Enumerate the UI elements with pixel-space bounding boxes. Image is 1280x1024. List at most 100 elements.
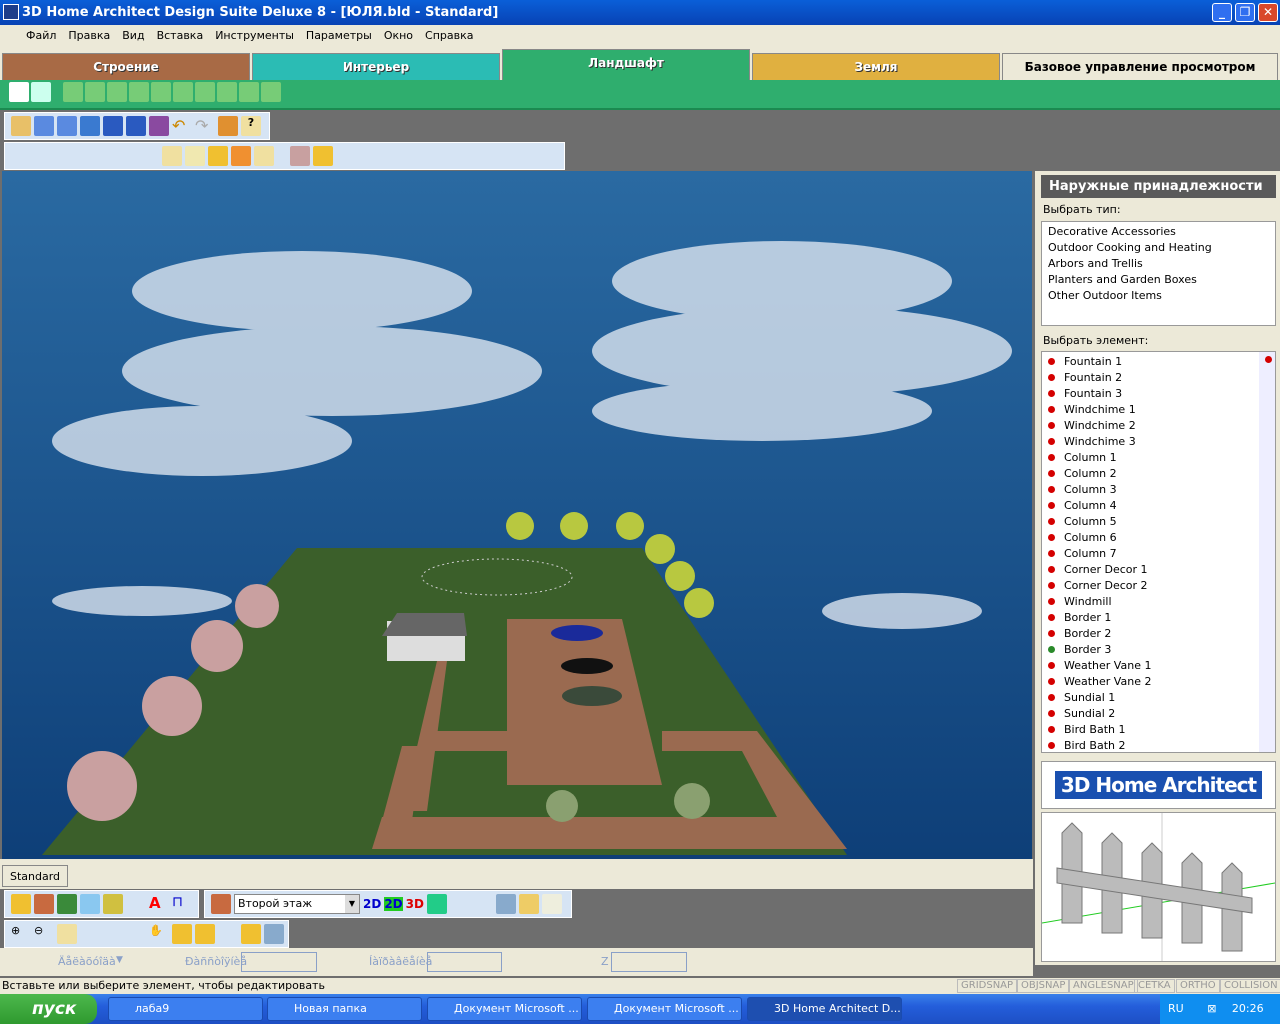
open-icon[interactable]: [34, 116, 54, 136]
building-icon[interactable]: [290, 146, 310, 166]
direction-input[interactable]: [427, 952, 502, 972]
taskbar-item[interactable]: лаба9: [108, 997, 263, 1021]
element-item[interactable]: Windmill: [1042, 594, 1275, 610]
lamp-icon[interactable]: [195, 82, 215, 102]
move-icon[interactable]: [241, 924, 261, 944]
camera-snap-icon[interactable]: [264, 924, 284, 944]
taskbar-item[interactable]: Документ Microsoft ...: [587, 997, 742, 1021]
plant-icon[interactable]: [63, 82, 83, 102]
elevation-icon[interactable]: [126, 894, 146, 914]
element-item[interactable]: Border 1: [1042, 610, 1275, 626]
cube-color-icon[interactable]: [208, 146, 228, 166]
node-icon[interactable]: [372, 146, 392, 166]
floor-select[interactable]: Второй этаж ▼: [234, 894, 360, 914]
type-item[interactable]: Other Outdoor Items: [1042, 288, 1275, 304]
dimension-icon[interactable]: [103, 146, 123, 166]
element-item[interactable]: Corner Decor 1: [1042, 562, 1275, 578]
element-item[interactable]: Column 7: [1042, 546, 1275, 562]
fill-window-icon[interactable]: [57, 924, 77, 944]
menu-file[interactable]: Файл: [26, 29, 56, 42]
type-item[interactable]: Decorative Accessories: [1042, 224, 1275, 240]
element-item[interactable]: Border 3: [1042, 642, 1275, 658]
render-icon[interactable]: [426, 894, 447, 914]
maximize-button[interactable]: ❐: [1235, 3, 1255, 22]
print-icon[interactable]: [218, 116, 238, 136]
tab-land[interactable]: Земля: [752, 53, 1000, 80]
cube-wire-icon[interactable]: [162, 146, 182, 166]
menu-view[interactable]: Вид: [122, 29, 144, 42]
lock-icon[interactable]: [510, 146, 530, 166]
eye-icon[interactable]: [473, 894, 493, 914]
language-indicator[interactable]: RU: [1168, 1002, 1184, 1015]
element-item[interactable]: Bird Bath 2: [1042, 738, 1275, 754]
zoom-detail-icon[interactable]: [126, 924, 146, 944]
3d-button[interactable]: 3D: [406, 897, 424, 911]
node4-icon[interactable]: [441, 146, 461, 166]
taskbar-item[interactable]: Документ Microsoft ...: [427, 997, 582, 1021]
route-icon[interactable]: [349, 146, 369, 166]
network-icon[interactable]: ⊠: [1207, 1002, 1216, 1015]
element-item[interactable]: Border 2: [1042, 626, 1275, 642]
cetka-toggle[interactable]: CETKA: [1134, 979, 1175, 993]
zoom-in-icon[interactable]: ⊕: [11, 924, 31, 944]
orbit-icon[interactable]: [195, 924, 215, 944]
element-item[interactable]: Fountain 2: [1042, 370, 1275, 386]
terrain-view-icon[interactable]: [57, 894, 77, 914]
minimize-button[interactable]: _: [1212, 3, 1232, 22]
menu-help[interactable]: Справка: [425, 29, 473, 42]
search-node-icon[interactable]: [487, 146, 507, 166]
grill-icon[interactable]: [239, 82, 259, 102]
taskbar-item-active[interactable]: 3D Home Architect D...: [747, 997, 902, 1021]
house-icon[interactable]: [34, 894, 54, 914]
type-item[interactable]: Planters and Garden Boxes: [1042, 272, 1275, 288]
element-item[interactable]: Fountain 1: [1042, 354, 1275, 370]
tab-building[interactable]: Строение: [2, 53, 250, 80]
floor-icon[interactable]: [211, 894, 231, 914]
objsnap-toggle[interactable]: OBJSNAP: [1017, 979, 1070, 993]
node2-icon[interactable]: [395, 146, 415, 166]
help-icon[interactable]: ?: [241, 116, 261, 136]
break-icon[interactable]: [80, 146, 100, 166]
landscape-view-icon[interactable]: [80, 894, 100, 914]
new-icon[interactable]: [11, 116, 31, 136]
close-button[interactable]: ✕: [1258, 3, 1278, 22]
collision-toggle[interactable]: COLLISION: [1220, 979, 1280, 993]
menu-tools[interactable]: Инструменты: [215, 29, 294, 42]
element-item[interactable]: Column 6: [1042, 530, 1275, 546]
cube-solid-icon[interactable]: [231, 146, 251, 166]
element-item[interactable]: Sundial 2: [1042, 706, 1275, 722]
materials-list-icon[interactable]: [313, 146, 333, 166]
pond-icon[interactable]: [85, 82, 105, 102]
camera-icon[interactable]: [495, 894, 516, 914]
type-item[interactable]: Outdoor Cooking and Heating: [1042, 240, 1275, 256]
element-item[interactable]: Fountain 3: [1042, 386, 1275, 402]
element-item[interactable]: Sundial 1: [1042, 690, 1275, 706]
paint-icon[interactable]: [31, 82, 51, 102]
element-item[interactable]: Corner Decor 2: [1042, 578, 1275, 594]
z-input[interactable]: [611, 952, 687, 972]
redo-icon[interactable]: ↷: [195, 116, 215, 136]
tab-view-control[interactable]: Базовое управление просмотром: [1002, 53, 1278, 80]
distance-input[interactable]: [241, 952, 317, 972]
walk-icon[interactable]: [172, 924, 192, 944]
2d-button[interactable]: 2D: [363, 897, 381, 911]
chevron-down-icon[interactable]: ▼: [116, 955, 123, 965]
gridsnap-toggle[interactable]: GRIDSNAP: [957, 979, 1018, 993]
rotate-icon[interactable]: [218, 924, 238, 944]
menu-insert[interactable]: Вставка: [157, 29, 204, 42]
anglesnap-toggle[interactable]: ANGLESNAP: [1069, 979, 1138, 993]
text-style-icon[interactable]: A: [149, 894, 169, 914]
element-item[interactable]: Weather Vane 1: [1042, 658, 1275, 674]
umbrella-icon[interactable]: [217, 82, 237, 102]
save-as-icon[interactable]: [126, 116, 146, 136]
camera-angle-icon[interactable]: [450, 894, 470, 914]
text-icon[interactable]: [11, 146, 31, 166]
element-item[interactable]: Windchime 2: [1042, 418, 1275, 434]
tab-landscape[interactable]: Ландшафт: [502, 49, 750, 80]
type-item[interactable]: Arbors and Trellis: [1042, 256, 1275, 272]
start-button[interactable]: пуск: [0, 994, 97, 1024]
select-icon[interactable]: [9, 82, 29, 102]
frame-icon[interactable]: ⊓: [172, 894, 192, 914]
taskbar-item[interactable]: Новая папка: [267, 997, 422, 1021]
element-item[interactable]: Column 1: [1042, 450, 1275, 466]
